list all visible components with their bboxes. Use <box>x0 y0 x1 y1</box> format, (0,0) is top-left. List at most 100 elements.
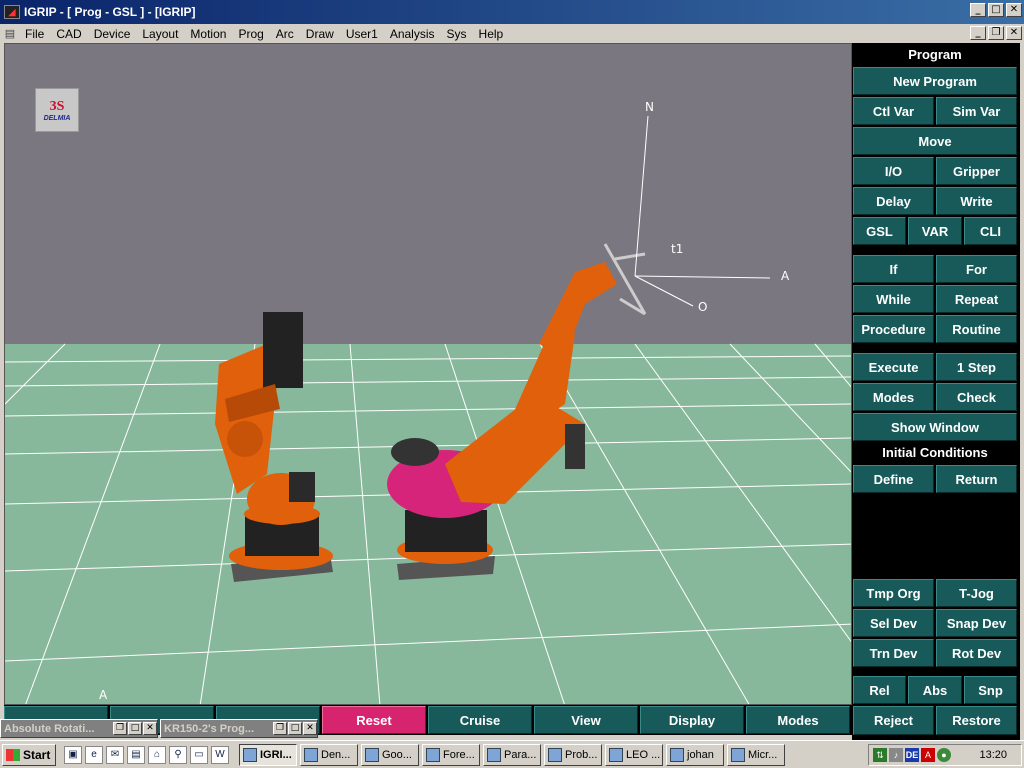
task-micr[interactable]: Micr... <box>727 743 785 766</box>
procedure-button[interactable]: Procedure <box>853 315 934 343</box>
child-minimize-button[interactable]: _ <box>970 26 986 40</box>
minimized-window-absolute-rotation[interactable]: Absolute Rotati... ❐ □ ✕ <box>0 719 158 738</box>
for-button[interactable]: For <box>936 255 1017 283</box>
trn-dev-button[interactable]: Trn Dev <box>853 639 934 667</box>
child-close-button[interactable]: ✕ <box>1006 26 1022 40</box>
task-goo[interactable]: Goo... <box>361 743 419 766</box>
menu-analysis[interactable]: Analysis <box>385 27 442 41</box>
start-button[interactable]: Start <box>2 743 56 766</box>
one-step-button[interactable]: 1 Step <box>936 353 1017 381</box>
rel-button[interactable]: Rel <box>853 676 906 704</box>
define-button[interactable]: Define <box>853 465 934 493</box>
task-label: Goo... <box>382 748 412 761</box>
folder-icon[interactable]: ▭ <box>190 745 208 764</box>
task-johan[interactable]: johan <box>666 743 724 766</box>
menu-layout[interactable]: Layout <box>137 27 185 41</box>
igrip-task-icon <box>243 747 257 762</box>
snap-dev-button[interactable]: Snap Dev <box>936 609 1017 637</box>
language-indicator[interactable]: DE <box>905 748 919 762</box>
task-para[interactable]: Para... <box>483 743 541 766</box>
return-button[interactable]: Return <box>936 465 1017 493</box>
search-icon[interactable]: ⚲ <box>169 745 187 764</box>
menu-sys[interactable]: Sys <box>442 27 474 41</box>
minimized-window-kr150-prog[interactable]: KR150-2's Prog... ❐ □ ✕ <box>160 719 318 738</box>
task-fore[interactable]: Fore... <box>422 743 480 766</box>
close-button[interactable]: ✕ <box>1006 3 1022 17</box>
restore-icon[interactable]: ❐ <box>273 722 287 735</box>
axis-label-bottom-a: A <box>99 688 108 702</box>
close-icon[interactable]: ✕ <box>303 722 317 735</box>
delmia-logo: 3S DELMIA <box>35 88 79 132</box>
repeat-button[interactable]: Repeat <box>936 285 1017 313</box>
t-jog-button[interactable]: T-Jog <box>936 579 1017 607</box>
task-igrip[interactable]: IGRI... <box>239 743 297 766</box>
task-prob[interactable]: Prob... <box>544 743 602 766</box>
network-icon[interactable]: ⌂ <box>148 745 166 764</box>
check-button[interactable]: Check <box>936 383 1017 411</box>
sim-var-button[interactable]: Sim Var <box>936 97 1017 125</box>
menu-prog[interactable]: Prog <box>233 27 270 41</box>
task-leo[interactable]: LEO ... <box>605 743 663 766</box>
while-button[interactable]: While <box>853 285 934 313</box>
sel-dev-button[interactable]: Sel Dev <box>853 609 934 637</box>
explorer-icon[interactable]: ▤ <box>127 745 145 764</box>
menu-device[interactable]: Device <box>89 27 138 41</box>
reset-button[interactable]: Reset <box>322 706 426 734</box>
menu-user1[interactable]: User1 <box>341 27 385 41</box>
menu-arc[interactable]: Arc <box>271 27 301 41</box>
view-button[interactable]: View <box>534 706 638 734</box>
volume-icon[interactable]: ♪ <box>889 748 903 762</box>
io-button[interactable]: I/O <box>853 157 934 185</box>
minimized-window-title: KR150-2's Prog... <box>164 722 255 735</box>
task-den[interactable]: Den... <box>300 743 358 766</box>
close-icon[interactable]: ✕ <box>143 722 157 735</box>
new-program-button[interactable]: New Program <box>853 67 1017 95</box>
3d-viewport[interactable]: 3S DELMIA N A O t1 A <box>4 43 852 705</box>
word-icon[interactable]: W <box>211 745 229 764</box>
menu-help[interactable]: Help <box>474 27 511 41</box>
write-button[interactable]: Write <box>936 187 1017 215</box>
display-button[interactable]: Display <box>640 706 744 734</box>
rot-dev-button[interactable]: Rot Dev <box>936 639 1017 667</box>
if-button[interactable]: If <box>853 255 934 283</box>
restore-button[interactable]: Restore <box>936 706 1017 735</box>
gsl-button[interactable]: GSL <box>853 217 906 245</box>
ie-task-icon <box>304 747 318 762</box>
reject-button[interactable]: Reject <box>853 706 934 735</box>
delay-button[interactable]: Delay <box>853 187 934 215</box>
menu-motion[interactable]: Motion <box>185 27 233 41</box>
ie-icon[interactable]: e <box>85 745 103 764</box>
tmp-org-button[interactable]: Tmp Org <box>853 579 934 607</box>
snp-button[interactable]: Snp <box>964 676 1017 704</box>
maximize-icon[interactable]: □ <box>288 722 302 735</box>
system-menu-icon[interactable]: ▤ <box>0 27 20 40</box>
cli-button[interactable]: CLI <box>964 217 1017 245</box>
menu-draw[interactable]: Draw <box>301 27 341 41</box>
modes-bottom-button[interactable]: Modes <box>746 706 850 734</box>
igrip-app-icon[interactable]: ◢ <box>4 5 20 19</box>
acrobat-tray-icon[interactable]: A <box>921 748 935 762</box>
menu-file[interactable]: File <box>20 27 51 41</box>
maximize-button[interactable]: □ <box>988 3 1004 17</box>
show-window-button[interactable]: Show Window <box>853 413 1017 441</box>
globe-tray-icon[interactable]: ● <box>937 748 951 762</box>
routine-button[interactable]: Routine <box>936 315 1017 343</box>
ctl-var-button[interactable]: Ctl Var <box>853 97 934 125</box>
child-restore-button[interactable]: ❐ <box>988 26 1004 40</box>
move-button[interactable]: Move <box>853 127 1017 155</box>
network-tray-icon[interactable]: ⇅ <box>873 748 887 762</box>
maximize-icon[interactable]: □ <box>128 722 142 735</box>
minimize-button[interactable]: _ <box>970 3 986 17</box>
abs-button[interactable]: Abs <box>908 676 962 704</box>
gripper-button[interactable]: Gripper <box>936 157 1017 185</box>
axis-label-a: A <box>781 269 790 283</box>
var-button[interactable]: VAR <box>908 217 962 245</box>
clock[interactable]: 13:20 <box>979 749 1007 761</box>
outlook-icon[interactable]: ✉ <box>106 745 124 764</box>
modes-button[interactable]: Modes <box>853 383 934 411</box>
execute-button[interactable]: Execute <box>853 353 934 381</box>
menu-cad[interactable]: CAD <box>51 27 88 41</box>
cruise-button[interactable]: Cruise <box>428 706 532 734</box>
show-desktop-icon[interactable]: ▣ <box>64 745 82 764</box>
restore-icon[interactable]: ❐ <box>113 722 127 735</box>
